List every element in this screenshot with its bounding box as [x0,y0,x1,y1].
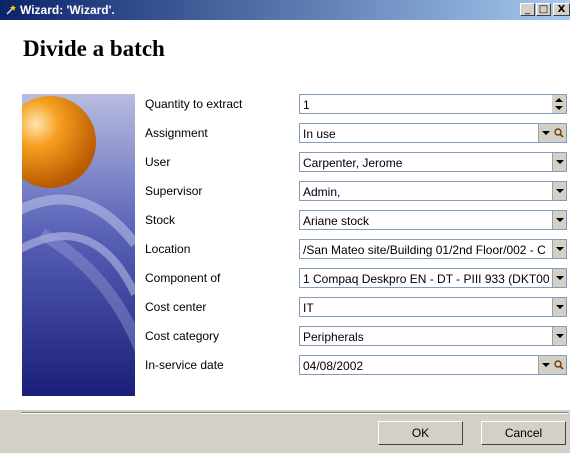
cost-category-value: Peripherals [303,330,364,344]
assignment-label: Assignment [145,126,208,140]
cost-category-label: Cost category [145,329,220,343]
in-service-date-field[interactable]: 04/08/2002 [299,355,567,375]
magnifier-icon[interactable] [552,356,566,374]
cost-center-label: Cost center [145,300,207,314]
chevron-down-icon[interactable] [552,211,566,229]
user-label: User [145,155,171,169]
user-dropdown[interactable]: Carpenter, Jerome [299,152,567,172]
assignment-value: In use [303,127,336,141]
quantity-label: Quantity to extract [145,97,243,111]
title-bar[interactable]: Wizard: 'Wizard'. _ □ X [0,0,570,20]
maximize-button[interactable]: □ [536,3,551,16]
page-title: Divide a batch [23,36,165,61]
quantity-value: 1 [303,98,310,112]
component-of-dropdown[interactable]: 1 Compaq Deskpro EN - DT - PIII 933 (DKT… [299,268,567,288]
chevron-down-icon[interactable] [552,240,566,258]
ok-button[interactable]: OK [378,421,463,445]
supervisor-dropdown[interactable]: Admin, [299,181,567,201]
cost-center-dropdown[interactable]: IT [299,297,567,317]
location-dropdown[interactable]: /San Mateo site/Building 01/2nd Floor/00… [299,239,567,259]
cost-center-value: IT [303,301,314,315]
wizard-window: Wizard: 'Wizard'. _ □ X Divide a batch Q… [0,0,570,453]
wizard-app-icon [6,5,16,15]
supervisor-label: Supervisor [145,184,203,198]
quantity-stepper[interactable]: 1 [299,94,567,114]
cancel-button[interactable]: Cancel [481,421,566,445]
cost-category-dropdown[interactable]: Peripherals [299,326,567,346]
window-title: Wizard: 'Wizard'. [20,3,115,17]
heading-area: Divide a batch [0,20,570,76]
chevron-down-icon[interactable] [552,298,566,316]
close-button[interactable]: X [553,3,570,16]
chevron-down-icon[interactable] [552,182,566,200]
divider [22,412,568,414]
component-of-value: 1 Compaq Deskpro EN - DT - PIII 933 (DKT… [303,272,550,286]
chevron-down-icon[interactable] [552,269,566,287]
user-value: Carpenter, Jerome [303,156,403,170]
supervisor-value: Admin, [303,185,341,199]
magnifier-icon[interactable] [552,124,566,142]
in-service-date-value: 04/08/2002 [303,359,364,373]
spinner-icon[interactable] [552,95,566,113]
in-service-date-label: In-service date [145,358,224,372]
stock-label: Stock [145,213,176,227]
chevron-down-icon[interactable] [538,124,552,142]
chevron-down-icon[interactable] [538,356,552,374]
location-label: Location [145,242,191,256]
form-panel: Quantity to extract 1 Assignment In use … [0,76,570,410]
chevron-down-icon[interactable] [552,327,566,345]
location-value: /San Mateo site/Building 01/2nd Floor/00… [303,243,546,257]
assignment-dropdown[interactable]: In use [299,123,567,143]
chevron-down-icon[interactable] [552,153,566,171]
minimize-button[interactable]: _ [520,3,535,16]
stock-value: Ariane stock [303,214,370,228]
component-of-label: Component of [145,271,221,285]
wizard-art-image [22,94,135,396]
stock-dropdown[interactable]: Ariane stock [299,210,567,230]
